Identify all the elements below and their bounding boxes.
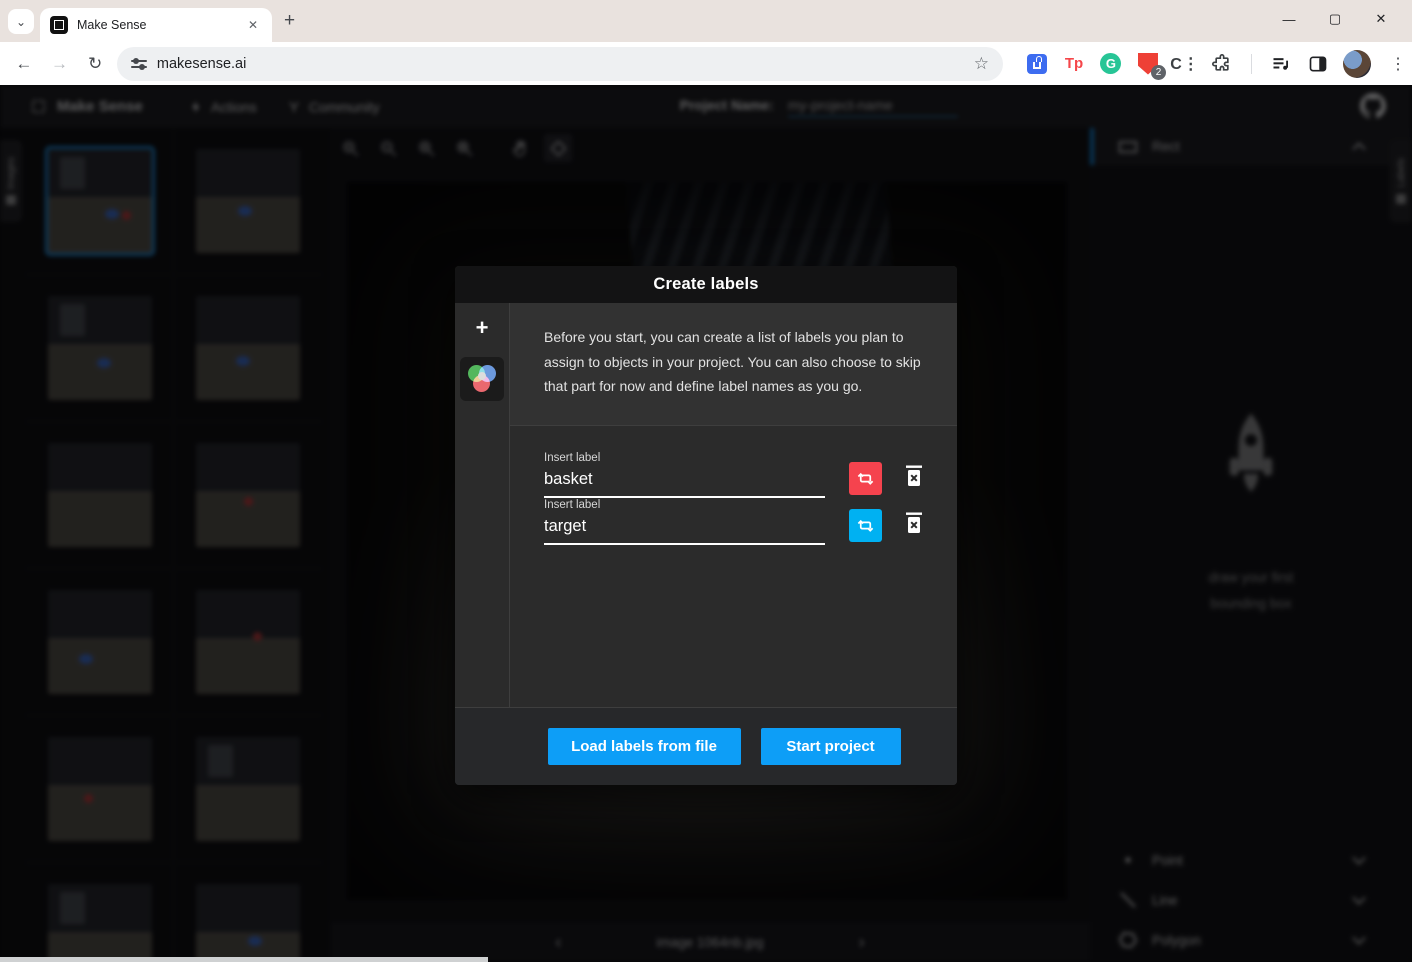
url-text[interactable]: makesense.ai bbox=[157, 56, 974, 72]
label-color-swap-button[interactable] bbox=[849, 462, 882, 495]
browser-status-bubble bbox=[0, 957, 488, 962]
insert-label-caption: Insert label bbox=[544, 499, 825, 511]
playlist-extension-icon[interactable] bbox=[1269, 52, 1293, 76]
browser-tabstrip: ⌄ Make Sense ✕ + — ▢ ✕ bbox=[0, 0, 1412, 42]
tab-search-button[interactable]: ⌄ bbox=[8, 9, 34, 34]
load-labels-button[interactable]: Load labels from file bbox=[548, 728, 741, 765]
bookmark-star-icon[interactable]: ☆ bbox=[974, 54, 989, 74]
modal-description: Before you start, you can create a list … bbox=[510, 303, 957, 426]
modal-footer: Load labels from file Start project bbox=[455, 707, 957, 785]
c-extension-icon[interactable]: C⋮ bbox=[1173, 52, 1197, 76]
delete-label-icon[interactable] bbox=[904, 465, 924, 492]
label-list: Insert label bbox=[510, 426, 957, 708]
makesense-favicon bbox=[50, 16, 68, 34]
color-palette-icon[interactable] bbox=[460, 357, 504, 401]
add-label-button[interactable]: + bbox=[476, 317, 489, 339]
delete-label-icon[interactable] bbox=[904, 512, 924, 539]
grammarly-extension-icon[interactable]: G bbox=[1099, 52, 1123, 76]
browser-tab[interactable]: Make Sense ✕ bbox=[40, 8, 272, 42]
profile-avatar[interactable] bbox=[1343, 50, 1371, 78]
address-bar[interactable]: makesense.ai ☆ bbox=[117, 47, 1003, 81]
adguard-extension-icon[interactable]: 2 bbox=[1136, 52, 1160, 76]
create-labels-modal: Create labels + Before you start, you ca… bbox=[455, 266, 957, 785]
window-minimize-button[interactable]: — bbox=[1266, 4, 1312, 34]
insert-label-caption: Insert label bbox=[544, 452, 825, 464]
tab-close-icon[interactable]: ✕ bbox=[244, 16, 262, 34]
privacy-shield-extension-icon[interactable] bbox=[1025, 52, 1049, 76]
label-row: Insert label bbox=[544, 452, 957, 498]
screen: ⌄ Make Sense ✕ + — ▢ ✕ ← → ↻ makesense.a… bbox=[0, 0, 1412, 962]
extensions-puzzle-icon[interactable] bbox=[1210, 52, 1234, 76]
new-tab-button[interactable]: + bbox=[284, 10, 295, 32]
back-icon[interactable]: ← bbox=[6, 54, 42, 74]
label-name-input[interactable] bbox=[544, 513, 825, 545]
reload-icon[interactable]: ↻ bbox=[77, 54, 113, 74]
browser-toolbar: ← → ↻ makesense.ai ☆ Tp G 2 C⋮ bbox=[0, 42, 1412, 85]
side-panel-icon[interactable] bbox=[1306, 52, 1330, 76]
label-color-swap-button[interactable] bbox=[849, 509, 882, 542]
label-name-input[interactable] bbox=[544, 466, 825, 498]
tab-title: Make Sense bbox=[77, 18, 244, 32]
tp-extension-icon[interactable]: Tp bbox=[1062, 52, 1086, 76]
browser-menu-icon[interactable]: ⋮ bbox=[1384, 54, 1412, 74]
start-project-button[interactable]: Start project bbox=[761, 728, 901, 765]
window-maximize-button[interactable]: ▢ bbox=[1312, 4, 1358, 34]
forward-icon[interactable]: → bbox=[42, 54, 78, 74]
toolbar-divider bbox=[1251, 54, 1252, 74]
modal-side-strip: + bbox=[455, 303, 510, 707]
window-close-button[interactable]: ✕ bbox=[1358, 4, 1404, 34]
makesense-app: Make Sense Actions Community Project Nam… bbox=[0, 85, 1412, 962]
extension-badge: 2 bbox=[1151, 65, 1166, 80]
modal-title: Create labels bbox=[455, 266, 957, 303]
site-settings-icon[interactable] bbox=[131, 56, 147, 72]
label-row: Insert label bbox=[544, 499, 957, 545]
